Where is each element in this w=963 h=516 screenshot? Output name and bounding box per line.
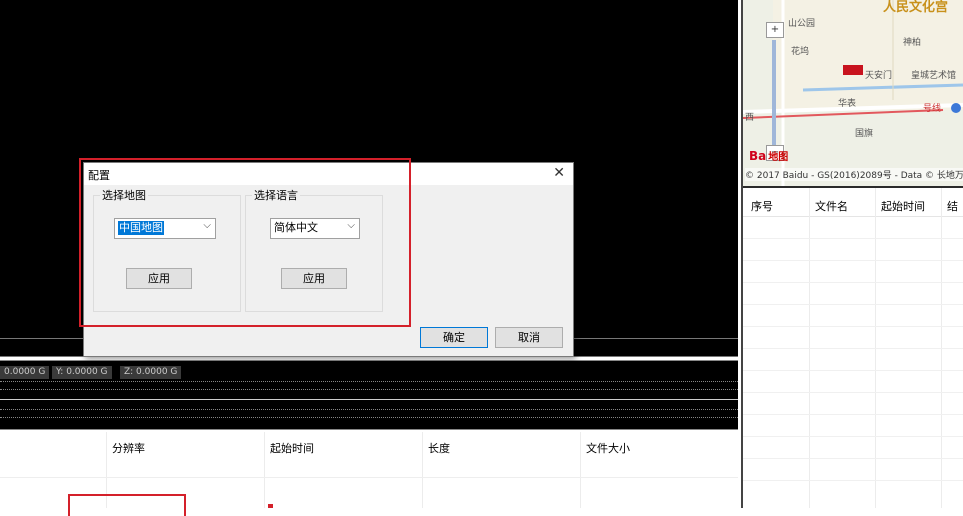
col-file-name[interactable]: 文件名 [815,198,848,214]
baidu-logo: Ba 地图 [749,148,788,163]
row-divider [743,260,963,261]
map-poi-title: 人民文化宫 [883,0,949,15]
sensor-trace-3 [0,409,738,410]
row-divider [0,477,738,478]
map-view[interactable]: 人民文化宫 山公园 花坞 神柏 天安门 皇城艺术馆 华表 号线 国旗 西 + −… [743,0,963,188]
cancel-button[interactable]: 取消 [495,327,563,348]
col-file-size[interactable]: 文件大小 [586,440,630,456]
map-label: 国旗 [855,129,874,139]
highlight-mark [268,504,273,508]
map-label: 天安门 [865,71,893,81]
highlight-box-dialog [79,158,411,327]
column-divider [422,432,423,508]
row-divider [743,436,963,437]
map-label: 神柏 [903,38,922,48]
col-start-time[interactable]: 起始时间 [270,440,314,456]
row-divider [743,414,963,415]
map-label: 华表 [838,99,857,109]
record-list-table: 序号 文件名 起始时间 结 [743,188,963,508]
sensor-trace-main [0,399,738,400]
zoom-slider-track[interactable] [772,40,776,145]
highlight-box-bottom [68,494,186,516]
row-divider [743,304,963,305]
close-icon[interactable]: ✕ [553,165,565,181]
row-divider [743,480,963,481]
map-label: 花坞 [791,47,810,57]
sensor-y-value: Y: 0.0000 G [52,366,112,379]
col-start-time[interactable]: 起始时间 [881,198,925,214]
col-resolution[interactable]: 分辨率 [112,440,145,456]
column-divider [264,432,265,508]
row-divider [743,238,963,239]
row-divider [743,282,963,283]
map-zoom-control[interactable]: + − [763,0,785,161]
map-label: 号线 [923,104,942,114]
sensor-z-value: Z: 0.0000 G [120,366,182,379]
right-panel: 人民文化宫 山公园 花坞 神柏 天安门 皇城艺术馆 华表 号线 国旗 西 + −… [743,0,963,508]
sensor-graph: 0.0000 G Y: 0.0000 G Z: 0.0000 G [0,360,738,430]
sensor-trace-1 [0,381,738,382]
zoom-in-icon[interactable]: + [766,22,784,38]
row-divider [743,392,963,393]
map-label: 皇城艺术馆 [911,71,957,81]
row-divider [743,370,963,371]
column-divider [580,432,581,508]
ok-button[interactable]: 确定 [420,327,488,348]
col-length[interactable]: 长度 [428,440,450,456]
col-end[interactable]: 结 [947,198,958,214]
record-list-header: 序号 文件名 起始时间 结 [743,188,963,217]
sensor-x-value: 0.0000 G [0,366,50,379]
sensor-trace-2 [0,389,738,390]
map-label: 西 [745,113,755,123]
row-divider [743,458,963,459]
row-divider [743,326,963,327]
row-divider [743,348,963,349]
baidu-logo-text: Ba [749,149,767,163]
map-copyright: © 2017 Baidu - GS(2016)2089号 - Data © 长地… [745,168,963,181]
sensor-trace-4 [0,417,738,418]
map-label: 山公园 [788,19,816,29]
baidu-logo-suffix: 地图 [768,152,789,163]
col-index[interactable]: 序号 [751,198,773,214]
